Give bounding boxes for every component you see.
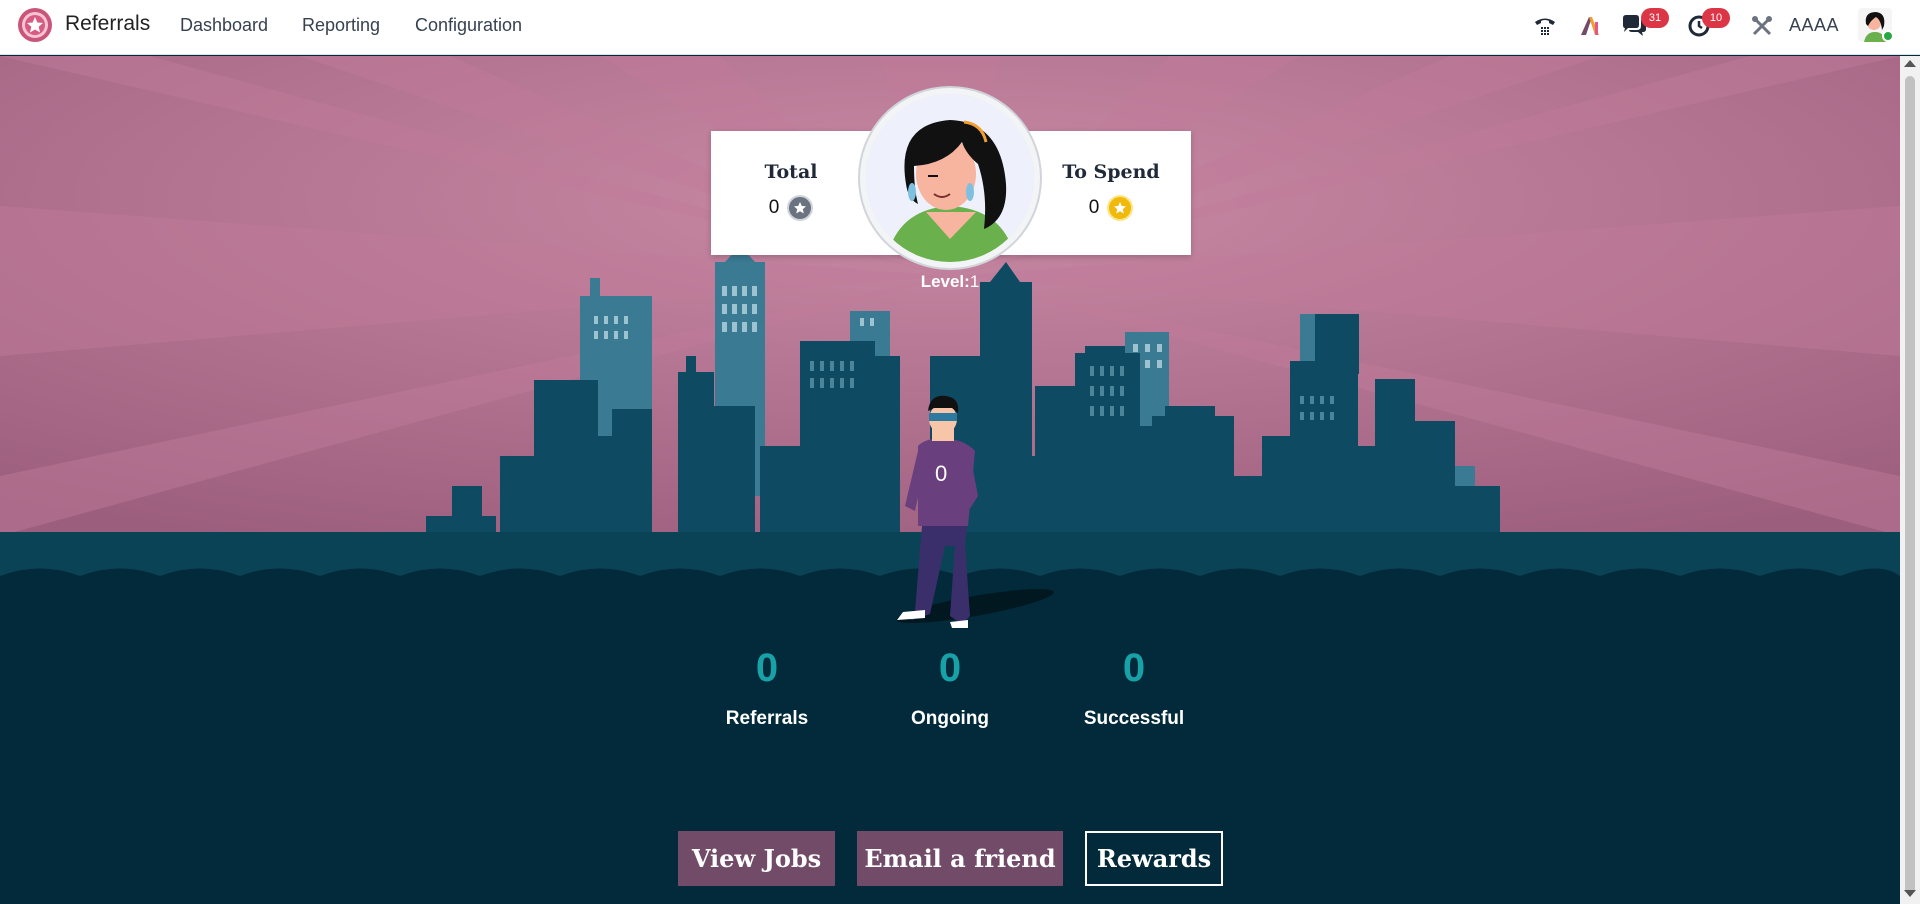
top-navbar: Referrals Dashboard Reporting Configurat…: [0, 0, 1920, 55]
total-points-value: 0: [768, 197, 780, 218]
successful-label: Successful: [1083, 708, 1185, 729]
activities-count-badge: 10: [1702, 8, 1730, 28]
ongoing-label: Ongoing: [910, 708, 990, 729]
menu-configuration[interactable]: Configuration: [415, 15, 522, 36]
rewards-button[interactable]: Rewards: [1085, 831, 1223, 886]
page-scrollbar[interactable]: [1900, 56, 1920, 904]
level-indicator: Level:1: [900, 272, 1000, 292]
online-status-dot: [1882, 30, 1894, 42]
scroll-up-arrow-icon[interactable]: [1904, 60, 1916, 67]
gold-star-coin-icon: [1107, 195, 1134, 221]
ai-icon[interactable]: [1576, 12, 1604, 40]
ongoing-count: 0: [938, 646, 962, 690]
referrals-label: Referrals: [725, 708, 809, 729]
to-spend-value: 0: [1088, 197, 1100, 218]
svg-text:0: 0: [935, 461, 947, 486]
stat-referrals[interactable]: 0 Referrals: [687, 648, 847, 730]
level-label: Level:: [920, 272, 970, 291]
menu-dashboard[interactable]: Dashboard: [180, 15, 268, 36]
email-friend-button[interactable]: Email a friend: [857, 831, 1063, 886]
profile-avatar[interactable]: [860, 88, 1040, 268]
view-jobs-button[interactable]: View Jobs: [678, 831, 835, 886]
total-points: Total 0: [711, 161, 871, 221]
stat-successful[interactable]: 0 Successful: [1054, 648, 1214, 730]
total-points-label: Total: [764, 161, 818, 183]
app-name[interactable]: Referrals: [65, 12, 150, 36]
referrals-count: 0: [755, 646, 779, 690]
menu-reporting[interactable]: Reporting: [302, 15, 380, 36]
grey-star-coin-icon: [787, 195, 814, 221]
to-spend-label: To Spend: [1062, 161, 1160, 183]
messages-count-badge: 31: [1641, 8, 1669, 28]
level-value: 1: [969, 272, 980, 291]
scrollbar-thumb[interactable]: [1905, 76, 1915, 894]
to-spend-points: To Spend 0: [1031, 161, 1191, 221]
scroll-down-arrow-icon[interactable]: [1904, 890, 1916, 897]
tools-icon[interactable]: [1748, 12, 1776, 40]
referrals-logo-icon[interactable]: [17, 7, 53, 43]
company-switcher[interactable]: AAAA: [1789, 15, 1839, 36]
successful-count: 0: [1122, 646, 1146, 690]
stat-ongoing[interactable]: 0 Ongoing: [870, 648, 1030, 730]
voip-phone-icon[interactable]: [1531, 12, 1559, 40]
